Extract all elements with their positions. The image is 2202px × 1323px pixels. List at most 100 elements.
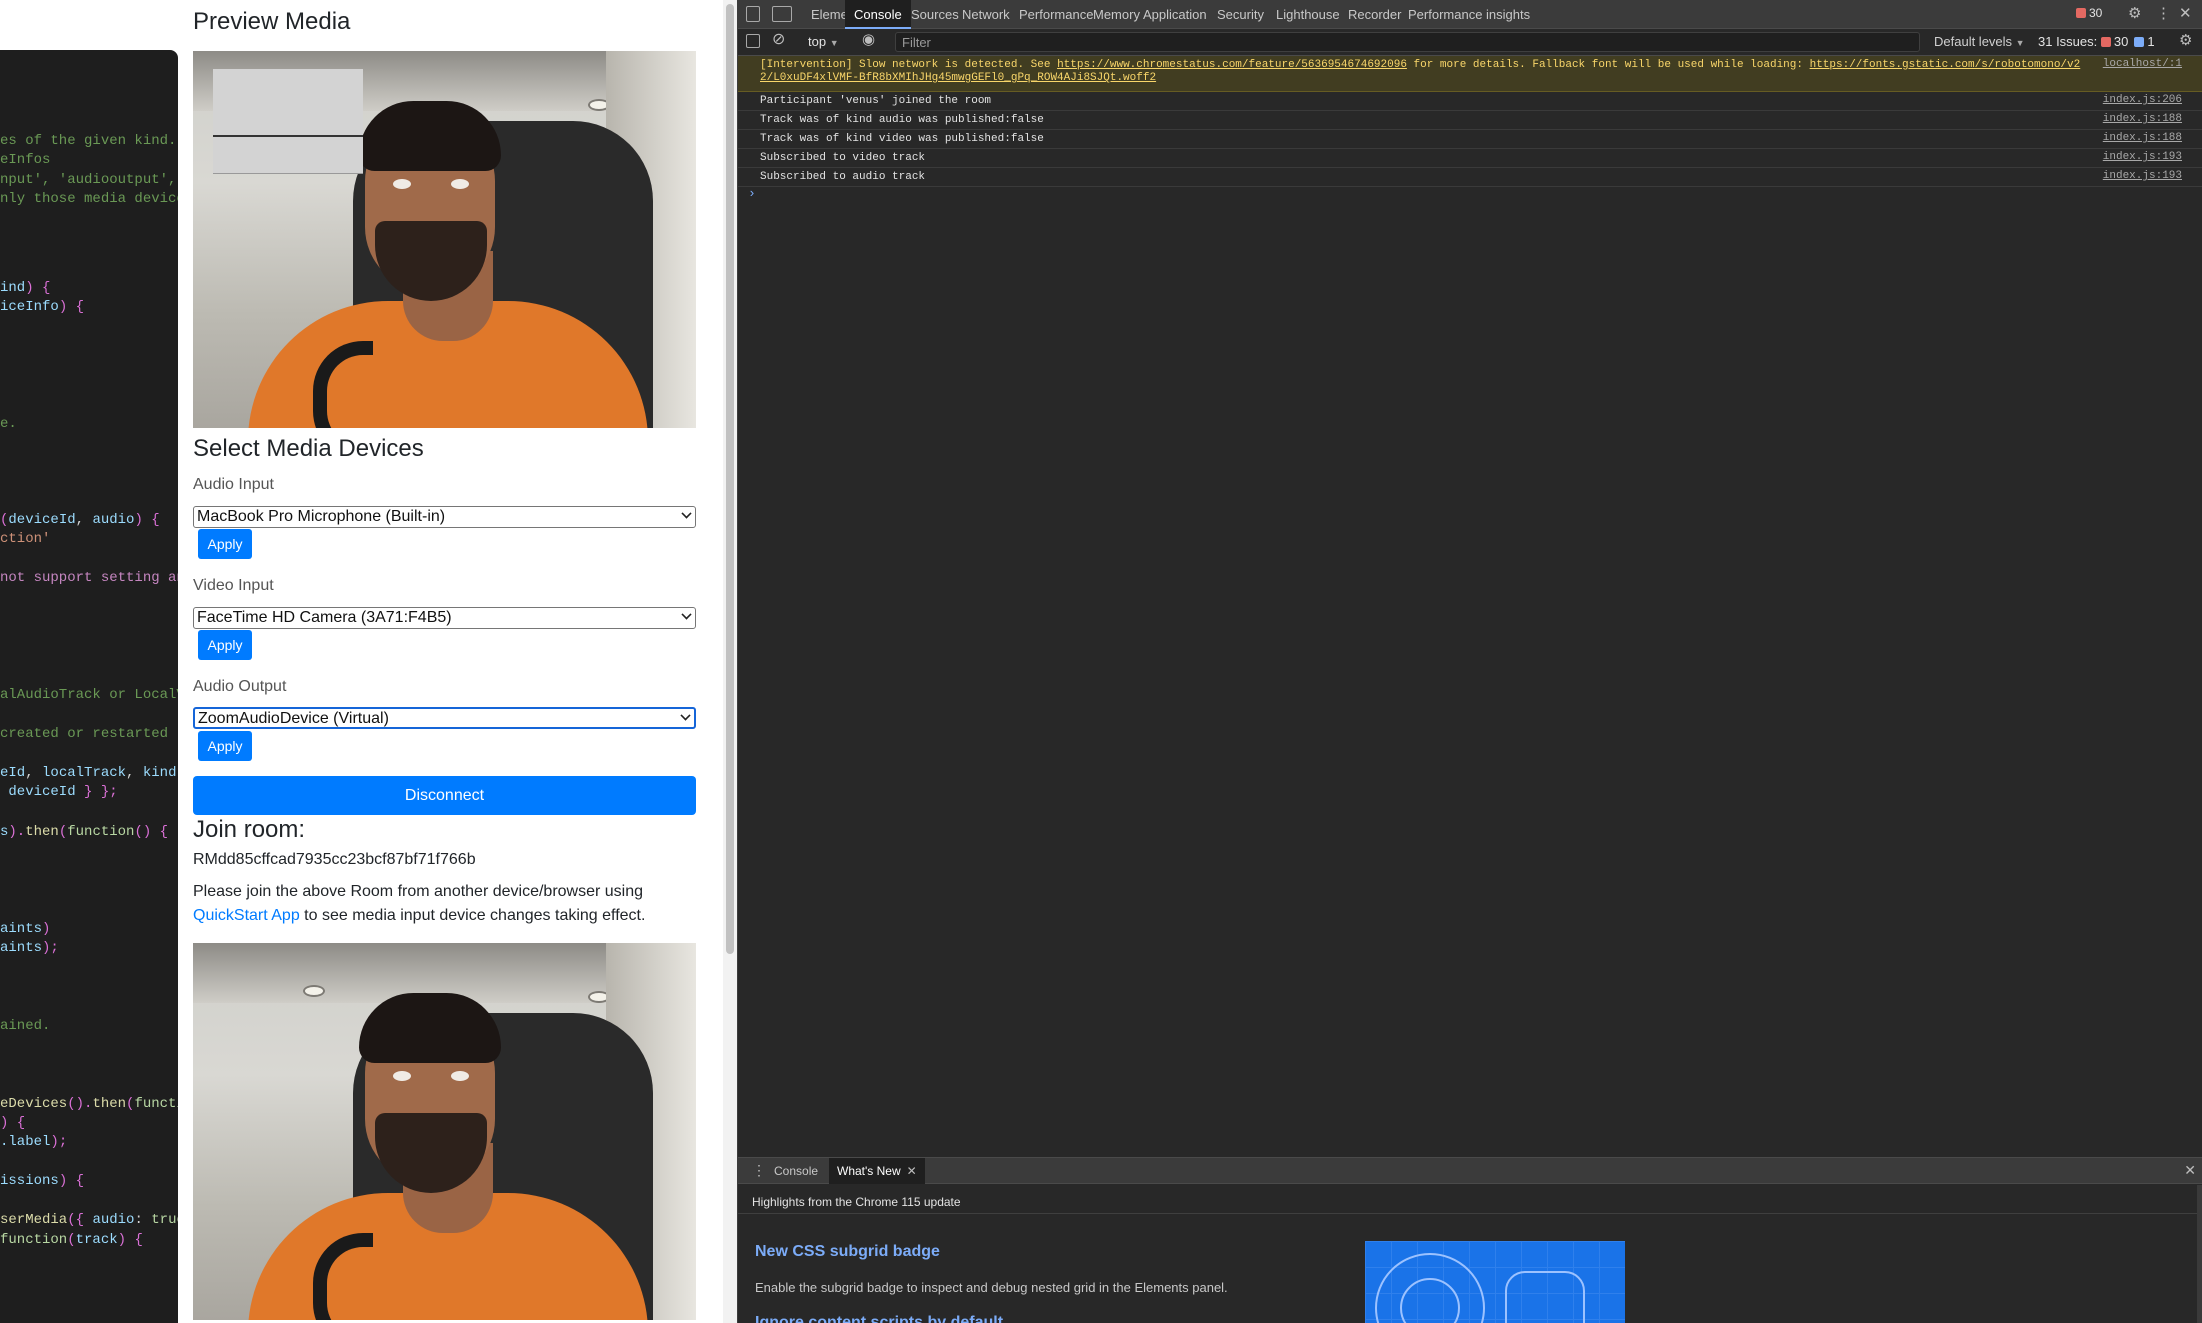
close-devtools-icon[interactable]: ✕ xyxy=(2179,6,2192,22)
page-scrollbar[interactable] xyxy=(723,0,737,1323)
log-message: Track was of kind video was published:fa… xyxy=(760,133,1044,145)
font-url-link-cont[interactable]: 2/L0xuDF4xlVMF-BfR8bXMIhJHg45mwgGEFl0_gP… xyxy=(760,72,1156,84)
log-source-link[interactable]: index.js:193 xyxy=(2103,151,2182,163)
chromestatus-link[interactable]: https://www.chromestatus.com/feature/563… xyxy=(1057,59,1407,71)
code-token: ( xyxy=(67,1232,76,1248)
code-line: s).then(function() { xyxy=(0,824,168,840)
drawer-tab-console[interactable]: Console xyxy=(766,1158,826,1184)
room-sid: RMdd85cffcad7935cc23bcf87bf71f766b xyxy=(193,851,476,868)
drawer-menu-icon[interactable]: ⋮ xyxy=(752,1162,766,1179)
whats-new-next-heading[interactable]: Ignore content scripts by default xyxy=(755,1314,1003,1323)
code-line: not support setting an xyxy=(0,570,178,586)
code-token: ) { xyxy=(25,280,51,296)
context-value: top xyxy=(808,34,827,49)
log-source-link[interactable]: index.js:193 xyxy=(2103,170,2182,182)
devtools-tab-lighthouse[interactable]: Lighthouse xyxy=(1267,0,1349,29)
console-warning: [Intervention] Slow network is detected.… xyxy=(738,56,2202,92)
whats-new-heading[interactable]: New CSS subgrid badge xyxy=(755,1243,940,1261)
console-log-row: Track was of kind audio was published:fa… xyxy=(738,111,2202,130)
apply-audio-output-button[interactable]: Apply xyxy=(198,731,252,761)
whats-new-tab-label: What's New xyxy=(837,1164,901,1178)
clear-console-icon[interactable]: ⊘ xyxy=(772,32,785,48)
audio-output-value: ZoomAudioDevice (Virtual) xyxy=(198,710,389,727)
log-source-link[interactable]: index.js:188 xyxy=(2103,132,2182,144)
devtools-tab-security[interactable]: Security xyxy=(1208,0,1273,29)
code-token: kind xyxy=(142,765,177,781)
join-text-before: Please join the above Room from another … xyxy=(193,883,644,900)
quickstart-app-link[interactable]: QuickStart App xyxy=(193,907,300,924)
live-expression-eye-icon[interactable]: ◉ xyxy=(862,32,875,48)
warning-source-link[interactable]: localhost/:1 xyxy=(2103,58,2182,70)
settings-gear-icon[interactable]: ⚙ xyxy=(2128,6,2141,22)
drawer-tab-whats-new[interactable]: What's New ✕ xyxy=(829,1158,925,1184)
audio-output-select[interactable]: ZoomAudioDevice (Virtual) xyxy=(193,707,696,729)
code-line: eDevices().then(functio xyxy=(0,1096,178,1112)
console-log-row: Subscribed to video track index.js:193 xyxy=(738,149,2202,168)
code-line: iceInfo) { xyxy=(0,299,84,315)
code-line: ) { xyxy=(0,1115,25,1131)
code-token: then xyxy=(92,1096,127,1112)
code-token: eId xyxy=(0,765,26,781)
code-token: deviceId xyxy=(8,512,76,528)
sidebar-toggle-icon[interactable] xyxy=(746,34,760,48)
console-filter-input[interactable]: Filter xyxy=(895,32,1920,52)
code-token: function xyxy=(67,824,135,840)
code-line: nput', 'audiooutput', ' xyxy=(0,172,178,188)
code-token: ( xyxy=(58,824,68,840)
code-token: iceInfo xyxy=(0,299,59,315)
error-count-badge[interactable]: 30 xyxy=(2076,6,2102,20)
log-levels-dropdown[interactable]: Default levels ▼ xyxy=(1934,34,2025,49)
devtools-tab-console[interactable]: Console xyxy=(845,0,911,29)
code-token: audio xyxy=(92,1212,135,1228)
code-token: ) xyxy=(42,921,51,937)
whats-new-description: Enable the subgrid badge to inspect and … xyxy=(755,1280,1228,1295)
join-text-after: to see media input device changes taking… xyxy=(299,907,646,924)
code-token: audio xyxy=(92,512,135,528)
code-line: eInfos xyxy=(0,152,50,168)
video-input-select[interactable]: FaceTime HD Camera (3A71:F4B5) xyxy=(193,607,696,629)
error-count: 30 xyxy=(2089,6,2103,20)
apply-video-input-button[interactable]: Apply xyxy=(198,630,252,660)
code-token: nput', 'audiooutput', ' xyxy=(0,172,178,188)
code-token: ind xyxy=(0,280,26,296)
local-video-preview xyxy=(193,51,696,428)
context-selector[interactable]: top ▼ xyxy=(808,34,839,49)
page-scroll-thumb[interactable] xyxy=(726,4,734,954)
code-token: ction' xyxy=(0,531,51,547)
code-line: ind) { xyxy=(0,280,50,296)
console-settings-icon[interactable]: ⚙ xyxy=(2179,33,2192,49)
devtools-tab-application[interactable]: Application xyxy=(1134,0,1216,29)
audio-input-value: MacBook Pro Microphone (Built-in) xyxy=(197,508,446,525)
close-drawer-icon[interactable]: ✕ xyxy=(2184,1162,2196,1179)
code-token: issions xyxy=(0,1173,59,1189)
code-token: .label xyxy=(0,1134,51,1150)
font-url-link[interactable]: https://fonts.gstatic.com/s/robotomono/v… xyxy=(1810,59,2081,71)
log-source-link[interactable]: index.js:206 xyxy=(2103,94,2182,106)
issues-counter[interactable]: 31 Issues: 30 1 xyxy=(2038,34,2155,49)
code-token: not support setting an xyxy=(0,570,178,586)
devtools-tab-network[interactable]: Network xyxy=(953,0,1019,29)
console-prompt-chevron-icon[interactable]: › xyxy=(748,186,756,201)
close-tab-icon[interactable]: ✕ xyxy=(907,1164,917,1178)
code-line: ction' xyxy=(0,531,50,547)
more-menu-icon[interactable]: ⋮ xyxy=(2156,6,2171,22)
log-source-link[interactable]: index.js:188 xyxy=(2103,113,2182,125)
code-line: deviceId } }; xyxy=(0,784,117,800)
devtools-tab-performance-insights[interactable]: Performance insights xyxy=(1399,0,1539,29)
subgrid-illustration xyxy=(1365,1241,1625,1323)
drawer-scrollbar[interactable] xyxy=(2197,1185,2202,1323)
inspect-element-icon[interactable] xyxy=(746,6,760,22)
log-message: Subscribed to video track xyxy=(760,152,926,164)
devtools-tabbar: Elements Console Sources Network Performance… xyxy=(738,0,2202,29)
code-line: es of the given kind. xyxy=(0,133,176,149)
disconnect-button[interactable]: Disconnect xyxy=(193,776,696,815)
code-token: () { xyxy=(134,824,169,840)
audio-input-select[interactable]: MacBook Pro Microphone (Built-in) xyxy=(193,506,696,528)
code-token: eInfos xyxy=(0,152,51,168)
code-token: aints xyxy=(0,921,43,937)
apply-audio-input-button[interactable]: Apply xyxy=(198,529,252,559)
device-toolbar-icon[interactable] xyxy=(772,6,792,22)
code-token: ) { xyxy=(134,512,160,528)
code-line: ained. xyxy=(0,1018,50,1034)
code-token: eDevices xyxy=(0,1096,68,1112)
